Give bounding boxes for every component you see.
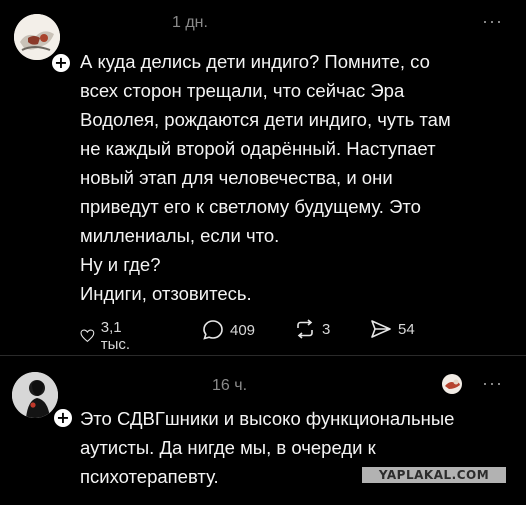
send-icon: [371, 320, 391, 338]
reposts-count: 3: [322, 320, 331, 338]
follow-plus-icon[interactable]: +: [50, 52, 72, 74]
post-timestamp: 16 ч.: [212, 377, 248, 394]
like-button[interactable]: 3,1 тыс.: [80, 319, 137, 353]
shares-count: 54: [398, 320, 415, 338]
comment-icon: [203, 320, 223, 340]
likes-count: 3,1 тыс.: [100, 319, 131, 353]
post-timestamp: 1 дн.: [172, 14, 208, 31]
share-button[interactable]: 54: [370, 319, 415, 339]
repost-icon: [297, 319, 313, 339]
avatar[interactable]: [14, 14, 60, 60]
avatar-image: [14, 14, 60, 60]
reply-button[interactable]: 409: [202, 319, 255, 341]
watermark: YAPLAKAL.COM: [362, 467, 506, 483]
post-text: А куда делись дети индиго? Помните, со в…: [80, 51, 451, 304]
more-options-icon[interactable]: ···: [482, 373, 503, 394]
post-divider: [0, 355, 526, 356]
heart-icon: [80, 329, 95, 343]
more-options-icon[interactable]: ···: [482, 11, 503, 32]
repost-button[interactable]: 3: [294, 319, 330, 339]
reaction-avatar-icon[interactable]: [441, 373, 463, 395]
replies-count: 409: [230, 321, 256, 339]
post-1: + 1 дн. ··· А куда делись дети индиго? П…: [0, 0, 526, 358]
